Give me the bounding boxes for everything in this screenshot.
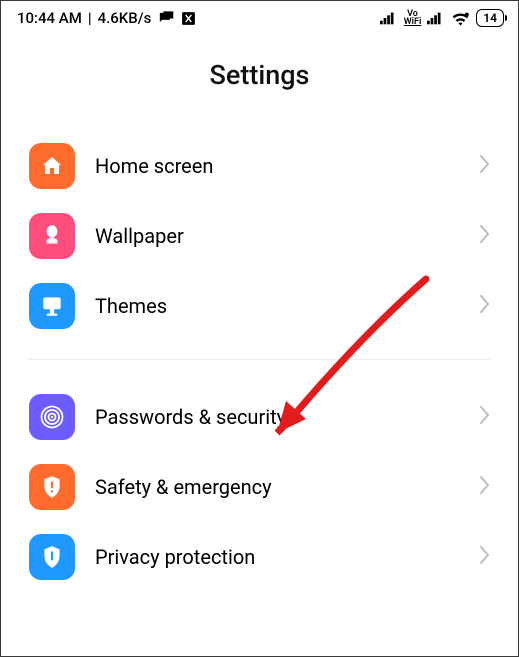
chat-icon [157, 10, 174, 27]
home-icon [29, 143, 75, 189]
settings-item-label: Wallpaper [95, 224, 480, 248]
status-bar-right: Vo WiFi 14 [380, 9, 504, 27]
settings-item-home-screen[interactable]: Home screen [29, 131, 490, 201]
settings-item-label: Privacy protection [95, 545, 480, 569]
settings-group-2: Passwords & security Safety & emergency … [1, 382, 518, 592]
signal-icon-1 [380, 11, 398, 25]
settings-item-privacy-protection[interactable]: Privacy protection [29, 522, 490, 592]
chevron-right-icon [480, 155, 490, 177]
battery-icon: 14 [476, 9, 504, 27]
status-bar-left: 10:44 AM | 4.6KB/s [17, 9, 197, 27]
chevron-right-icon [480, 406, 490, 428]
settings-item-themes[interactable]: Themes [29, 271, 490, 341]
chevron-right-icon [480, 295, 490, 317]
settings-item-wallpaper[interactable]: Wallpaper [29, 201, 490, 271]
vowifi-label: Vo WiFi [404, 10, 422, 26]
settings-group-1: Home screen Wallpaper Themes [1, 131, 518, 341]
settings-item-label: Safety & emergency [95, 475, 480, 499]
security-icon [29, 394, 75, 440]
sync-icon [180, 10, 197, 27]
status-divider: | [88, 9, 92, 27]
status-speed: 4.6KB/s [98, 9, 152, 27]
chevron-right-icon [480, 225, 490, 247]
header: Settings [1, 31, 518, 131]
settings-item-safety-emergency[interactable]: Safety & emergency [29, 452, 490, 522]
status-bar: 10:44 AM | 4.6KB/s Vo WiFi 14 [1, 1, 518, 31]
signal-icon-2 [427, 11, 445, 25]
settings-item-label: Themes [95, 294, 480, 318]
wallpaper-icon [29, 213, 75, 259]
chevron-right-icon [480, 476, 490, 498]
safety-icon [29, 464, 75, 510]
status-time: 10:44 AM [17, 9, 82, 27]
privacy-icon [29, 534, 75, 580]
settings-item-label: Home screen [95, 154, 480, 178]
wifi-icon [451, 11, 470, 26]
chevron-right-icon [480, 546, 490, 568]
settings-item-label: Passwords & security [95, 405, 480, 429]
settings-item-passwords-security[interactable]: Passwords & security [29, 382, 490, 452]
page-title: Settings [1, 59, 518, 91]
themes-icon [29, 283, 75, 329]
divider [29, 359, 490, 360]
